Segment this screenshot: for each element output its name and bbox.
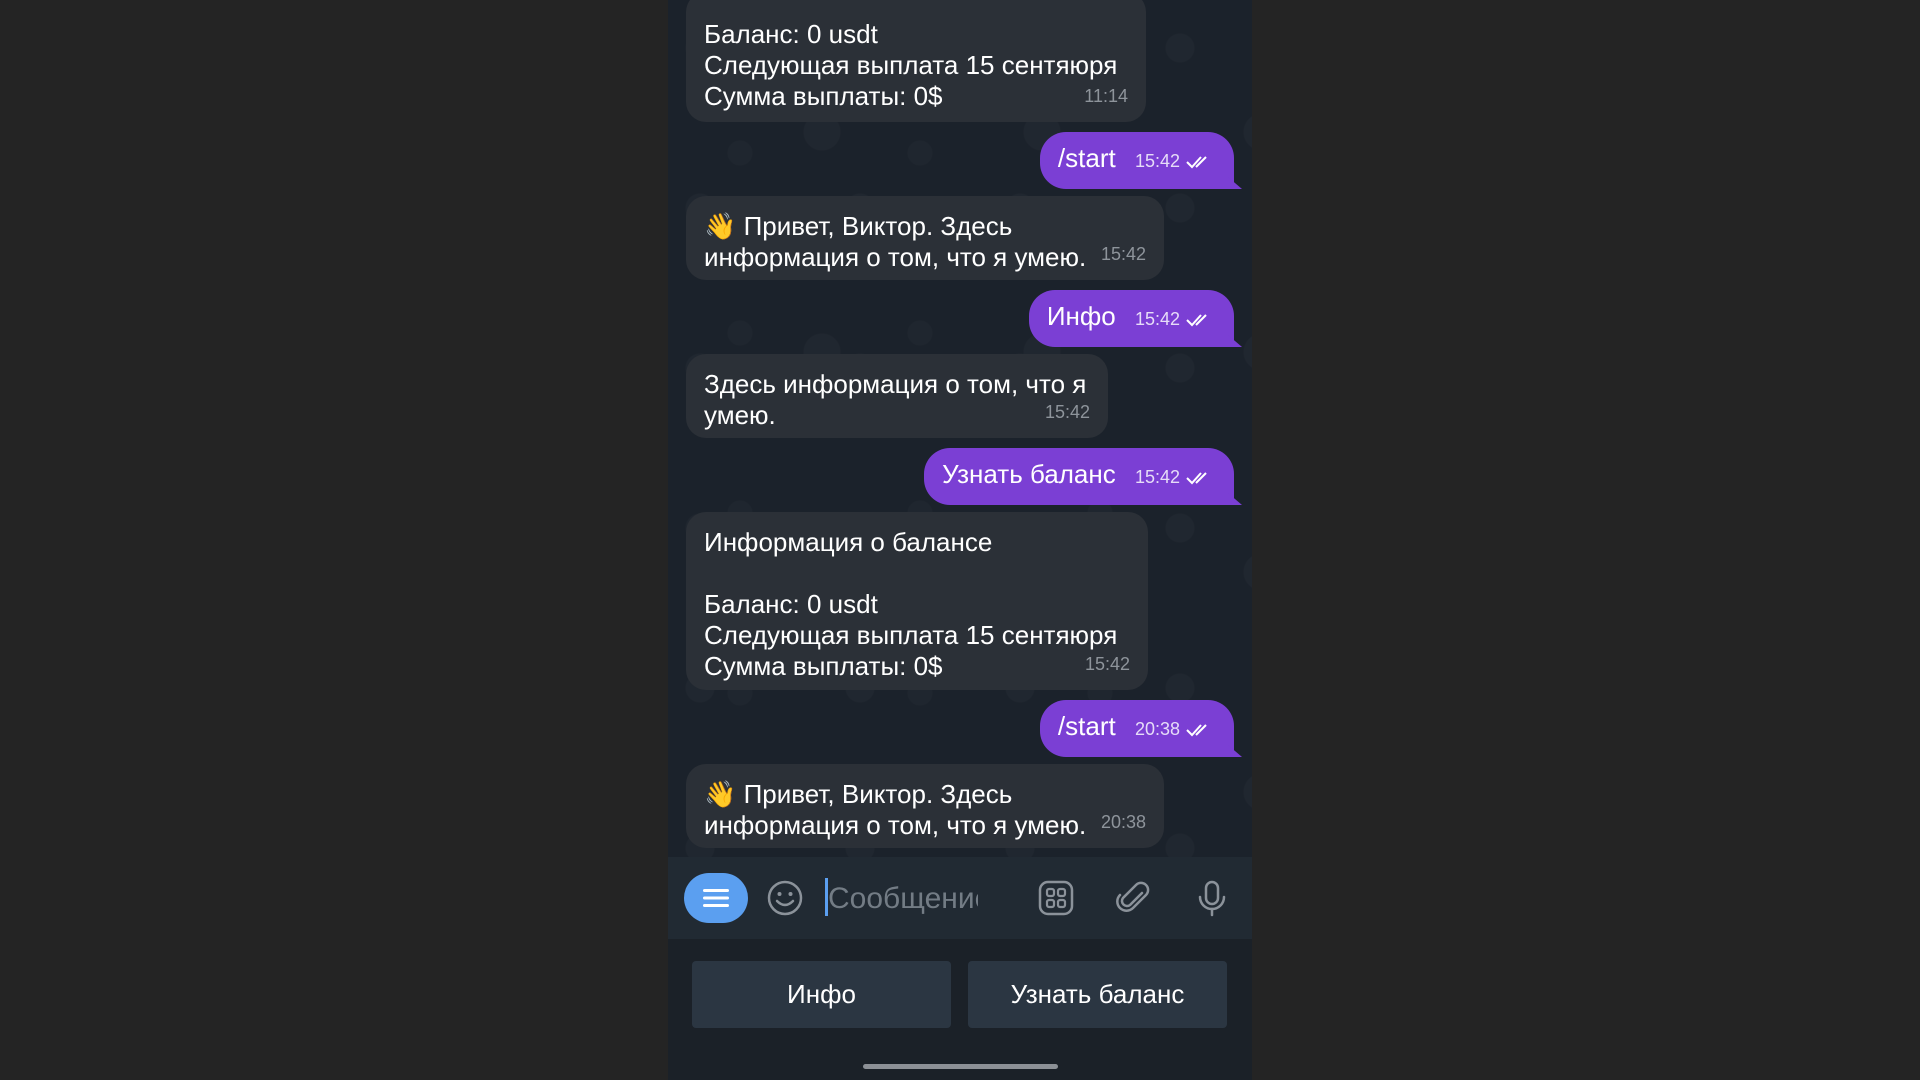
message-text: Баланс: 0 usdt Следующая выплата 15 сент… [704, 19, 1118, 111]
keyboard-button-info[interactable]: Инфо [692, 961, 951, 1028]
sticker-button[interactable] [1035, 877, 1077, 919]
message-incoming[interactable]: Баланс: 0 usdt Следующая выплата 15 сент… [686, 0, 1146, 122]
bot-keyboard: Инфо Узнать баланс [668, 939, 1252, 1080]
message-incoming[interactable]: 👋 Привет, Виктор. Здесь информация о том… [686, 764, 1164, 848]
message-text: Привет, Виктор. Здесь информация о том, … [704, 779, 1087, 840]
keyboard-button-check-balance[interactable]: Узнать баланс [968, 961, 1227, 1028]
double-check-icon [1186, 723, 1207, 736]
menu-icon [703, 889, 729, 907]
message-time: 15:42 [1134, 467, 1180, 487]
message-text: /start [1057, 711, 1116, 741]
chat-history[interactable]: Баланс: 0 usdt Следующая выплата 15 сент… [668, 0, 1252, 857]
message-outgoing[interactable]: Инфо 15:42 [1028, 290, 1243, 347]
message-time: 15:42 [1134, 309, 1180, 329]
message-outgoing[interactable]: /start 15:42 [1039, 132, 1243, 189]
message-text: Информация о балансе Баланс: 0 usdt След… [704, 527, 1118, 681]
message-text: Привет, Виктор. Здесь информация о том, … [704, 211, 1087, 272]
message-text: Здесь информация о том, что я умею. [704, 369, 1087, 430]
telegram-phone-screen: Баланс: 0 usdt Следующая выплата 15 сент… [668, 0, 1252, 1080]
message-time: 20:38 [1100, 812, 1146, 832]
double-check-icon [1186, 471, 1207, 484]
message-incoming[interactable]: Здесь информация о том, что я умею. 15:4… [686, 354, 1108, 438]
message-text: /start [1057, 143, 1116, 173]
message-time: 20:38 [1134, 719, 1180, 739]
message-incoming[interactable]: 👋 Привет, Виктор. Здесь информация о том… [686, 196, 1164, 280]
double-check-icon [1186, 313, 1207, 326]
paperclip-icon [1116, 881, 1150, 912]
message-time: 15:42 [1044, 402, 1090, 422]
message-time: 15:42 [1084, 654, 1130, 674]
emoji-button[interactable] [764, 877, 806, 919]
voice-message-button[interactable] [1191, 877, 1233, 919]
sticker-icon [1038, 880, 1074, 916]
home-indicator[interactable] [863, 1064, 1058, 1069]
waving-hand-emoji: 👋 [704, 211, 737, 241]
message-text: Узнать баланс [942, 459, 1116, 489]
waving-hand-emoji: 👋 [704, 779, 737, 809]
attach-button[interactable] [1113, 877, 1155, 919]
message-outgoing[interactable]: Узнать баланс 15:42 [924, 448, 1242, 505]
message-time: 11:14 [1084, 86, 1128, 106]
bot-menu-button[interactable] [684, 873, 748, 923]
message-time: 15:42 [1134, 151, 1180, 171]
message-composer [668, 857, 1252, 939]
emoji-icon [767, 880, 803, 916]
message-outgoing[interactable]: /start 20:38 [1039, 700, 1243, 757]
double-check-icon [1186, 155, 1207, 168]
message-time: 15:42 [1100, 244, 1146, 264]
message-incoming[interactable]: Информация о балансе Баланс: 0 usdt След… [686, 512, 1148, 690]
microphone-icon [1198, 880, 1226, 917]
message-text: Инфо [1046, 301, 1116, 331]
message-input[interactable] [826, 877, 980, 921]
